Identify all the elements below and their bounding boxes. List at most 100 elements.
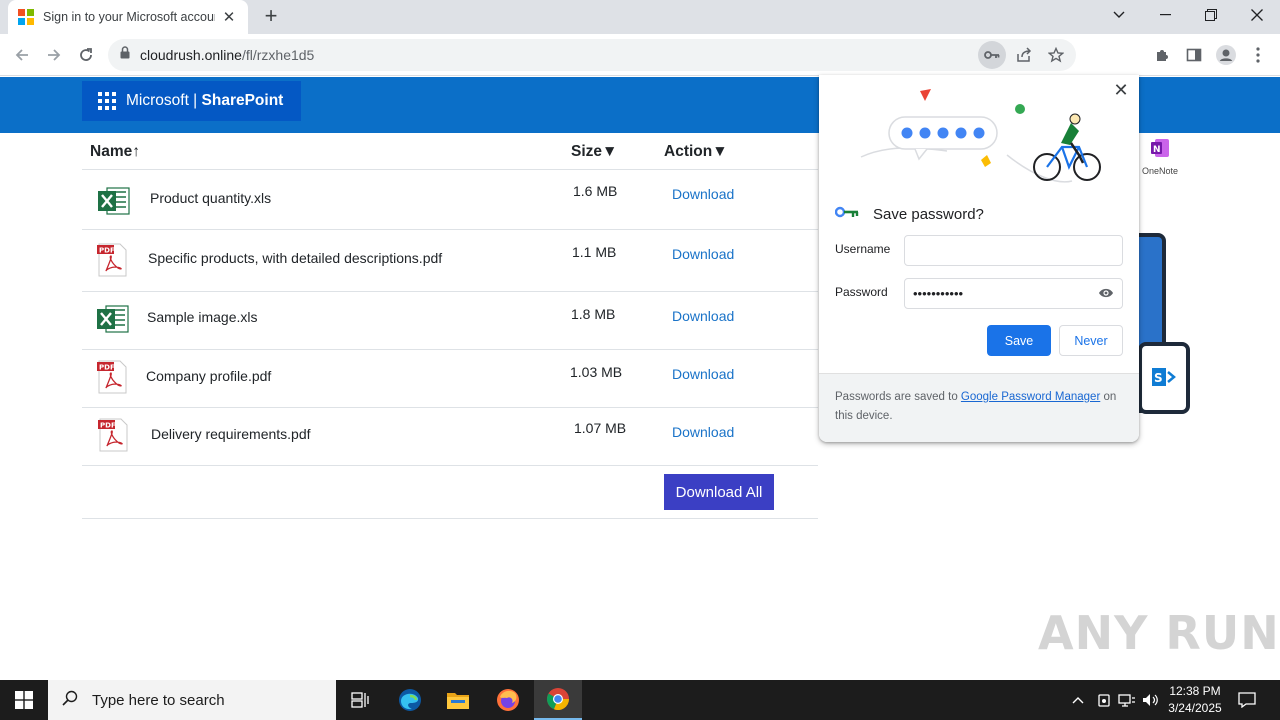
url-host: cloudrush.online xyxy=(140,47,242,63)
clock-time: 12:38 PM xyxy=(1169,684,1221,698)
table-row: PDF Company profile.pdf 1.03 MB Download xyxy=(82,350,818,408)
browser-toolbar: cloudrush.online /fl/rzxhe1d5 xyxy=(0,34,1280,76)
file-size: 1.03 MB xyxy=(570,364,623,380)
forward-button[interactable] xyxy=(40,41,68,69)
download-link[interactable]: Download xyxy=(672,308,734,324)
chrome-icon[interactable] xyxy=(534,680,582,720)
extensions-puzzle-icon[interactable] xyxy=(1148,41,1176,69)
download-link[interactable]: Download xyxy=(672,366,734,382)
taskbar-clock[interactable]: 12:38 PM 3/24/2025 xyxy=(1160,683,1230,717)
windows-logo-icon xyxy=(15,691,33,709)
password-field[interactable]: ••••••••••• xyxy=(904,278,1123,309)
back-button[interactable] xyxy=(8,41,36,69)
search-placeholder: Type here to search xyxy=(92,691,225,709)
brand-bar[interactable]: Microsoft | SharePoint xyxy=(82,81,301,121)
svg-text:PDF: PDF xyxy=(100,422,116,430)
column-header-size[interactable]: Size▼ xyxy=(571,143,617,161)
search-icon xyxy=(62,690,78,711)
task-view-icon[interactable] xyxy=(336,680,384,720)
table-header: Name↑ Size▼ Action▼ xyxy=(82,133,818,170)
close-window-button[interactable] xyxy=(1234,0,1280,30)
edge-icon[interactable] xyxy=(386,680,434,720)
pdf-icon: PDF xyxy=(97,418,129,457)
table-row: PDF Delivery requirements.pdf 1.07 MB Do… xyxy=(82,408,818,466)
start-button[interactable] xyxy=(0,680,48,720)
side-panel-icon[interactable] xyxy=(1180,41,1208,69)
svg-text:N: N xyxy=(1153,145,1161,155)
save-button[interactable]: Save xyxy=(987,325,1051,356)
microsoft-favicon-icon xyxy=(18,9,34,25)
password-manager-link[interactable]: Google Password Manager xyxy=(961,391,1100,403)
column-header-action[interactable]: Action▼ xyxy=(664,143,728,161)
password-key-icon[interactable] xyxy=(978,41,1006,69)
browser-tab[interactable]: Sign in to your Microsoft account ✕ xyxy=(8,0,248,34)
firefox-icon[interactable] xyxy=(484,680,532,720)
xls-icon xyxy=(98,186,130,221)
onenote-label: OneNote xyxy=(1141,166,1179,176)
browser-tabstrip: Sign in to your Microsoft account ✕ + xyxy=(0,0,1280,34)
app-launcher-waffle-icon[interactable] xyxy=(98,92,116,110)
anyrun-watermark: ANY RUN xyxy=(1038,606,1280,660)
file-name: Company profile.pdf xyxy=(146,368,272,384)
tray-overflow-chevron-icon[interactable] xyxy=(1068,680,1088,720)
dialog-header: Save password? xyxy=(834,205,984,223)
table-row: Product quantity.xls 1.6 MB Download xyxy=(82,170,818,230)
tablet-illustration: S xyxy=(1138,342,1190,414)
file-name: Specific products, with detailed descrip… xyxy=(148,250,443,266)
network-icon[interactable] xyxy=(1116,680,1138,720)
svg-text:PDF: PDF xyxy=(99,364,115,372)
close-icon[interactable]: ✕ xyxy=(1111,80,1131,100)
notification-center-icon[interactable] xyxy=(1232,680,1262,720)
file-size: 1.8 MB xyxy=(571,306,616,322)
pdf-icon: PDF xyxy=(96,360,128,399)
download-link[interactable]: Download xyxy=(672,186,734,202)
dialog-title: Save password? xyxy=(873,205,984,223)
lock-icon[interactable] xyxy=(120,46,130,64)
volume-icon[interactable] xyxy=(1140,680,1162,720)
device-tray-icon[interactable] xyxy=(1094,680,1114,720)
tab-search-chevron-icon[interactable] xyxy=(1096,0,1142,30)
file-size: 1.6 MB xyxy=(573,183,618,199)
file-size: 1.1 MB xyxy=(572,244,617,260)
new-tab-button[interactable]: + xyxy=(258,4,284,30)
xls-icon xyxy=(97,304,129,339)
url-path: /fl/rzxhe1d5 xyxy=(241,47,315,63)
download-link[interactable]: Download xyxy=(672,246,734,262)
file-explorer-icon[interactable] xyxy=(434,680,482,720)
reload-button[interactable] xyxy=(72,41,100,69)
download-link[interactable]: Download xyxy=(672,424,734,440)
show-password-eye-icon[interactable] xyxy=(1098,287,1114,302)
restore-button[interactable] xyxy=(1188,0,1234,30)
tab-title: Sign in to your Microsoft account xyxy=(43,10,215,24)
file-name: Product quantity.xls xyxy=(150,190,272,206)
browser-menu-icon[interactable] xyxy=(1244,41,1272,69)
share-icon[interactable] xyxy=(1010,41,1038,69)
bookmark-star-icon[interactable] xyxy=(1042,41,1070,69)
address-bar[interactable]: cloudrush.online /fl/rzxhe1d5 xyxy=(108,39,1076,71)
key-icon xyxy=(834,205,859,223)
file-name: Delivery requirements.pdf xyxy=(151,426,311,442)
column-header-name[interactable]: Name↑ xyxy=(90,143,140,161)
file-size: 1.07 MB xyxy=(574,420,627,436)
save-password-dialog: ✕ Save password? Username Password •••••… xyxy=(819,75,1139,442)
svg-text:S: S xyxy=(1154,371,1163,385)
table-footer: Download All xyxy=(82,466,818,519)
password-illustration xyxy=(860,89,1101,183)
profile-avatar-icon[interactable] xyxy=(1212,41,1240,69)
pdf-icon: PDF xyxy=(96,243,128,282)
username-field[interactable] xyxy=(904,235,1123,266)
brand-title: Microsoft | SharePoint xyxy=(126,92,284,109)
file-name: Sample image.xls xyxy=(147,309,258,325)
windows-taskbar: Type here to search 12:38 PM 3/24/2025 xyxy=(0,680,1280,720)
username-label: Username xyxy=(835,242,891,256)
file-table: Name↑ Size▼ Action▼ Product quantity.xls… xyxy=(82,133,818,519)
password-label: Password xyxy=(835,285,888,299)
dialog-footer: Passwords are saved to Google Password M… xyxy=(819,373,1139,442)
download-all-button[interactable]: Download All xyxy=(664,474,774,510)
omnibox-icons xyxy=(974,39,1076,71)
taskbar-search[interactable]: Type here to search xyxy=(48,680,336,720)
password-value: ••••••••••• xyxy=(913,286,964,301)
tab-close-icon[interactable]: ✕ xyxy=(220,8,238,26)
minimize-button[interactable] xyxy=(1142,0,1188,30)
never-button[interactable]: Never xyxy=(1059,325,1123,356)
